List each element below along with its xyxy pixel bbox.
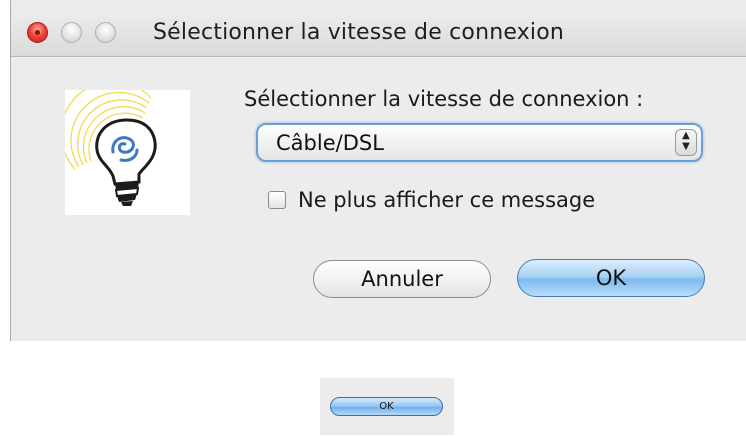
preview-ok-button[interactable]: OK (330, 397, 443, 416)
connection-speed-dialog: Sélectionner la vitesse de connexion Sél… (10, 0, 746, 341)
minimize-button[interactable] (61, 22, 82, 43)
speed-prompt-label: Sélectionner la vitesse de connexion : (244, 87, 644, 111)
selected-speed-value: Câble/DSL (276, 131, 384, 155)
up-down-arrows-icon: ▲ ▼ (675, 129, 697, 156)
connection-speed-select[interactable]: Câble/DSL ▲ ▼ (256, 123, 703, 162)
close-button[interactable] (27, 22, 48, 43)
title-bar[interactable]: Sélectionner la vitesse de connexion (11, 10, 746, 57)
ok-button-preview-panel: OK (320, 378, 454, 435)
dont-show-again-label[interactable]: Ne plus afficher ce message (298, 188, 595, 212)
lightbulb-logo-icon (60, 80, 190, 215)
window-title: Sélectionner la vitesse de connexion (153, 20, 565, 45)
dont-show-again-checkbox[interactable] (268, 191, 286, 209)
zoom-button[interactable] (95, 22, 116, 43)
ok-button[interactable]: OK (517, 259, 705, 297)
cancel-button[interactable]: Annuler (313, 260, 491, 298)
